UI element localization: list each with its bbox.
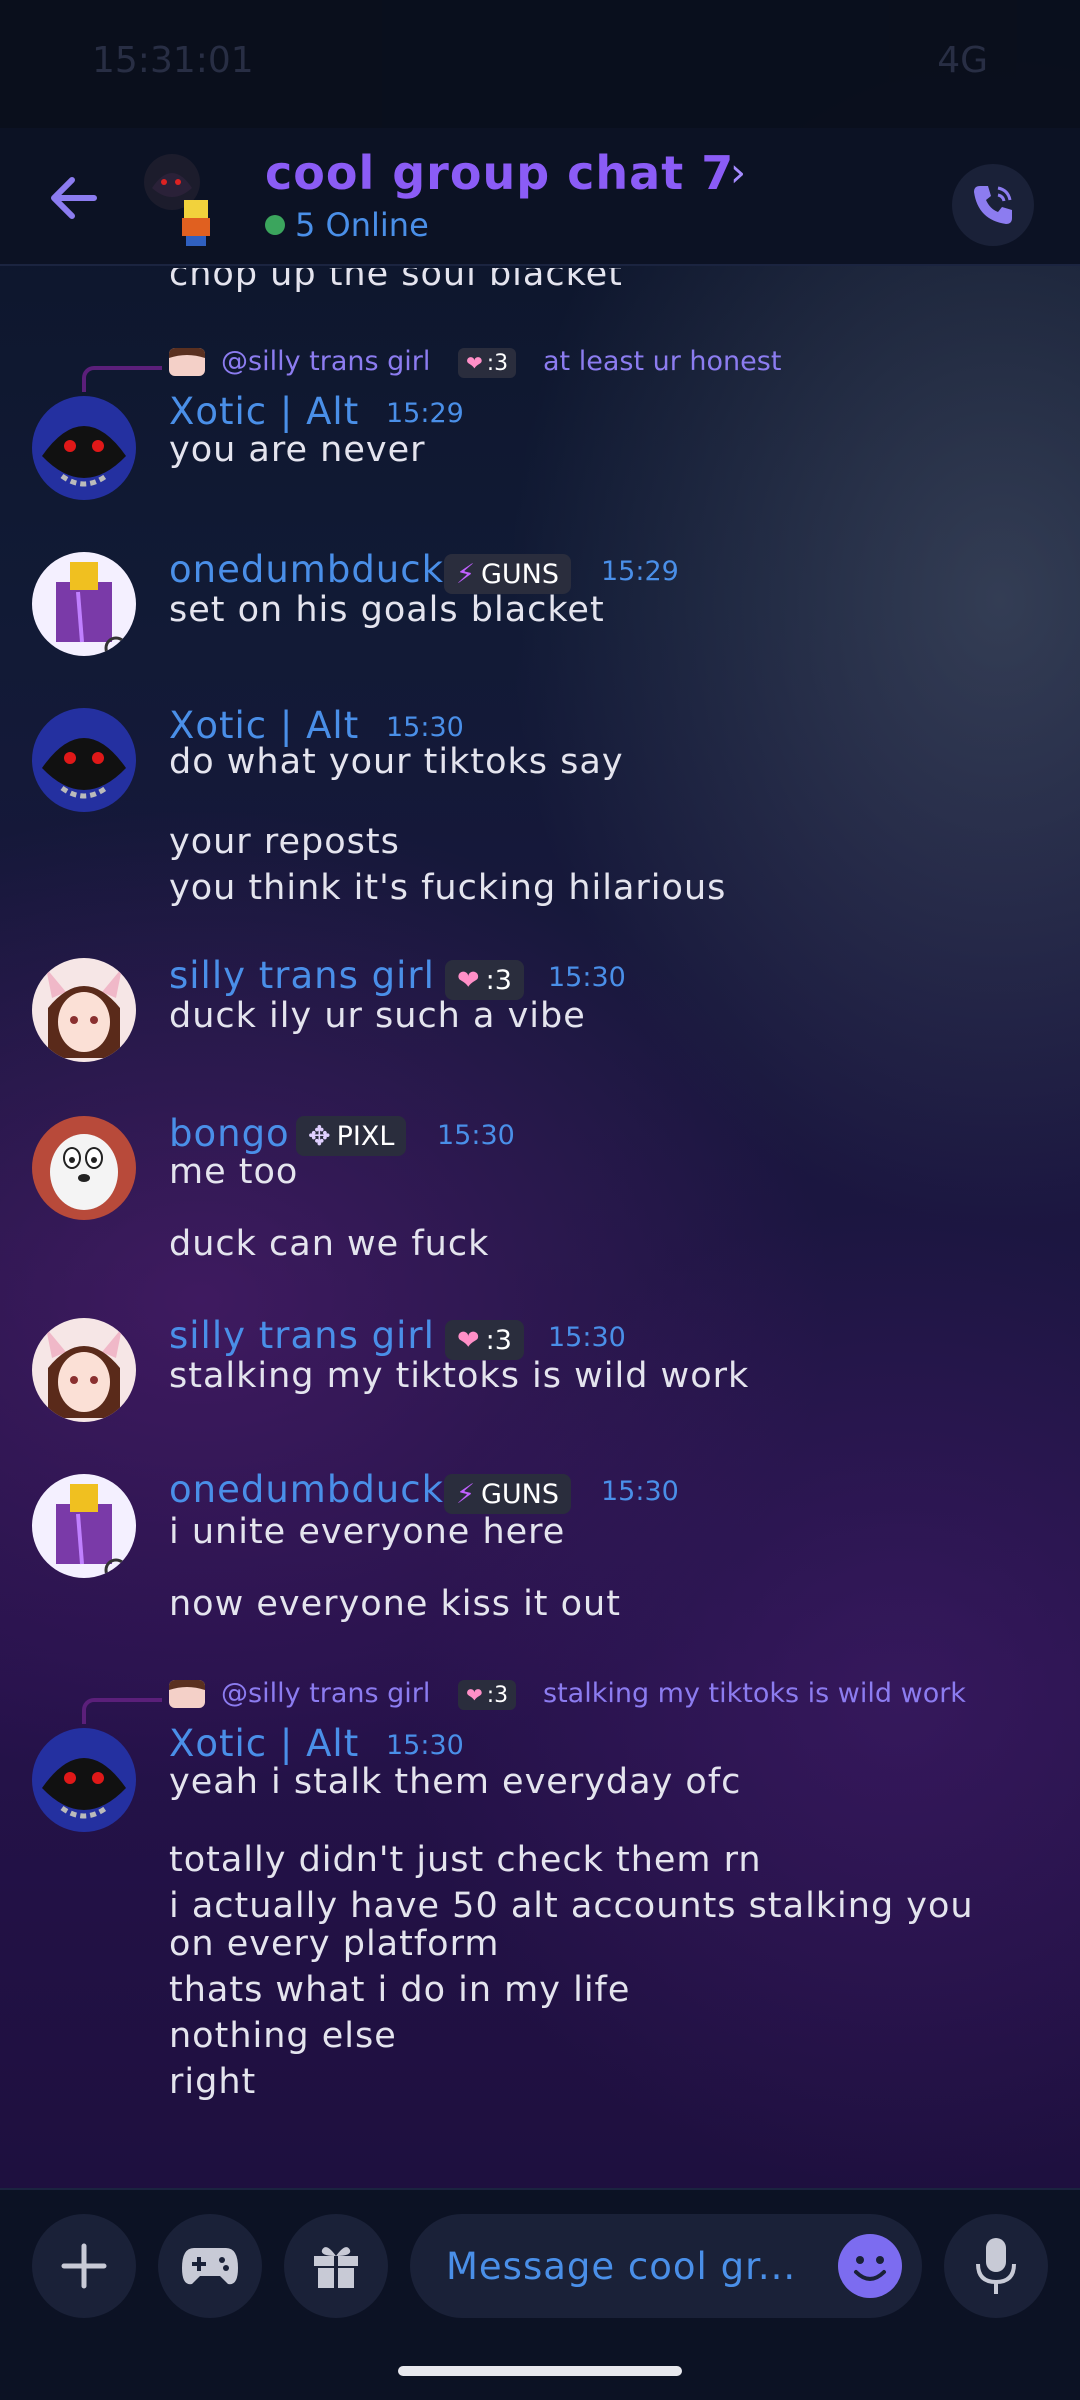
role-tag-label: GUNS: [480, 558, 559, 590]
online-count: 5 Online: [295, 206, 429, 244]
reply-username[interactable]: @silly trans girl: [221, 1678, 430, 1709]
message-text: i unite everyone here: [169, 1512, 566, 1552]
message-text: yeah i stalk them everyday ofc: [169, 1762, 742, 1802]
status-bar: 15:31:01 4G: [0, 0, 1080, 128]
message-text: set on his goals blacket: [169, 590, 605, 630]
message-text: you think it's fucking hilarious: [169, 868, 727, 908]
gift-button[interactable]: [284, 2214, 388, 2318]
back-arrow-icon[interactable]: [44, 168, 104, 228]
message-text: i actually have 50 alt accounts stalking…: [169, 1886, 974, 1926]
emoji-icon[interactable]: [838, 2234, 902, 2298]
message-text: right: [169, 2062, 257, 2102]
message-author[interactable]: silly trans girl: [169, 954, 435, 997]
message-timestamp: 15:30: [548, 1322, 626, 1353]
phone-icon: [974, 186, 1012, 224]
message-text: thats what i do in my life: [169, 1970, 631, 2010]
avatar[interactable]: [32, 1474, 136, 1578]
avatar[interactable]: [32, 396, 136, 500]
message-author[interactable]: Xotic | Alt: [169, 704, 359, 747]
voice-message-button[interactable]: [944, 2214, 1048, 2318]
message-list[interactable]: chop up the soul blacket @silly trans gi…: [0, 268, 1080, 2188]
reply-tag-label: :3: [486, 1682, 509, 1708]
role-tag: ⚡ GUNS: [444, 1474, 571, 1514]
role-tag: ✥ PIXL: [296, 1116, 407, 1156]
role-tag-label: :3: [485, 1324, 512, 1356]
chevron-right-icon[interactable]: ›: [730, 150, 746, 196]
message-author[interactable]: Xotic | Alt: [169, 1722, 359, 1765]
mic-icon: [976, 2238, 1016, 2294]
message-text: on every platform: [169, 1924, 500, 1964]
status-time: 15:31:01: [92, 40, 254, 81]
pixel-icon: ✥: [308, 1120, 331, 1152]
avatar[interactable]: [32, 552, 136, 656]
message-text: me too: [169, 1152, 299, 1192]
message-timestamp: 15:30: [601, 1476, 679, 1507]
group-title[interactable]: cool group chat 7: [265, 146, 734, 200]
message-timestamp: 15:30: [386, 1730, 464, 1761]
home-indicator[interactable]: [398, 2366, 682, 2376]
plus-icon: [61, 2243, 107, 2289]
role-tag-label: GUNS: [480, 1478, 559, 1510]
status-network: 4G: [937, 40, 988, 81]
message-timestamp: 15:29: [601, 556, 679, 587]
reply-role-tag: ❤:3: [458, 1680, 517, 1710]
message-author[interactable]: bongo: [169, 1112, 290, 1155]
voice-call-button[interactable]: [952, 164, 1034, 246]
message-text: totally didn't just check them rn: [169, 1840, 762, 1880]
gamepad-icon: [182, 2248, 238, 2285]
heart-icon: ❤: [466, 1683, 483, 1707]
attach-button[interactable]: [32, 2214, 136, 2318]
avatar[interactable]: [32, 1728, 136, 1832]
avatar[interactable]: [32, 1116, 136, 1220]
reply-role-tag: ❤:3: [458, 348, 517, 378]
message-text: duck can we fuck: [169, 1224, 490, 1264]
message-text: nothing else: [169, 2016, 397, 2056]
reply-avatar: [169, 1680, 205, 1708]
message-author[interactable]: Xotic | Alt: [169, 390, 359, 433]
message-text: stalking my tiktoks is wild work: [169, 1356, 750, 1396]
reply-tag-label: :3: [486, 350, 509, 376]
heart-icon: ❤: [466, 351, 483, 375]
reply-snippet[interactable]: stalking my tiktoks is wild work: [543, 1678, 966, 1709]
message-text: you are never: [169, 430, 426, 470]
reply-snippet[interactable]: at least ur honest: [543, 346, 781, 377]
reply-connector: [82, 1698, 162, 1724]
online-status: 5 Online: [265, 206, 429, 244]
reply-username[interactable]: @silly trans girl: [221, 346, 430, 377]
message-author[interactable]: silly trans girl: [169, 1314, 435, 1357]
message-text: your reposts: [169, 822, 400, 862]
lightning-icon: ⚡: [456, 1478, 475, 1510]
reply-avatar: [169, 348, 205, 376]
role-tag: ⚡ GUNS: [444, 554, 571, 594]
reply-connector: [82, 366, 162, 392]
role-tag: ❤:3: [445, 960, 524, 1000]
role-tag-label: :3: [485, 964, 512, 996]
heart-icon: ❤: [457, 964, 480, 996]
lightning-icon: ⚡: [456, 558, 475, 590]
role-tag-label: PIXL: [336, 1120, 395, 1152]
chat-header: cool group chat 7 › 5 Online: [0, 128, 1080, 266]
message-timestamp: 15:30: [437, 1120, 515, 1151]
message-text: chop up the soul blacket: [169, 268, 623, 294]
message-text: now everyone kiss it out: [169, 1584, 621, 1624]
message-text: duck ily ur such a vibe: [169, 996, 586, 1036]
role-tag: ❤:3: [445, 1320, 524, 1360]
message-author[interactable]: onedumbduck: [169, 1468, 444, 1511]
activities-button[interactable]: [158, 2214, 262, 2318]
message-author[interactable]: onedumbduck: [169, 548, 444, 591]
message-timestamp: 15:29: [386, 398, 464, 429]
gift-icon: [314, 2247, 358, 2288]
online-dot-icon: [265, 215, 285, 235]
message-text: do what your tiktoks say: [169, 742, 624, 782]
avatar[interactable]: [32, 958, 136, 1062]
group-avatar[interactable]: [142, 148, 222, 248]
avatar[interactable]: [32, 708, 136, 812]
heart-icon: ❤: [457, 1324, 480, 1356]
message-timestamp: 15:30: [386, 712, 464, 743]
avatar[interactable]: [32, 1318, 136, 1422]
message-timestamp: 15:30: [548, 962, 626, 993]
